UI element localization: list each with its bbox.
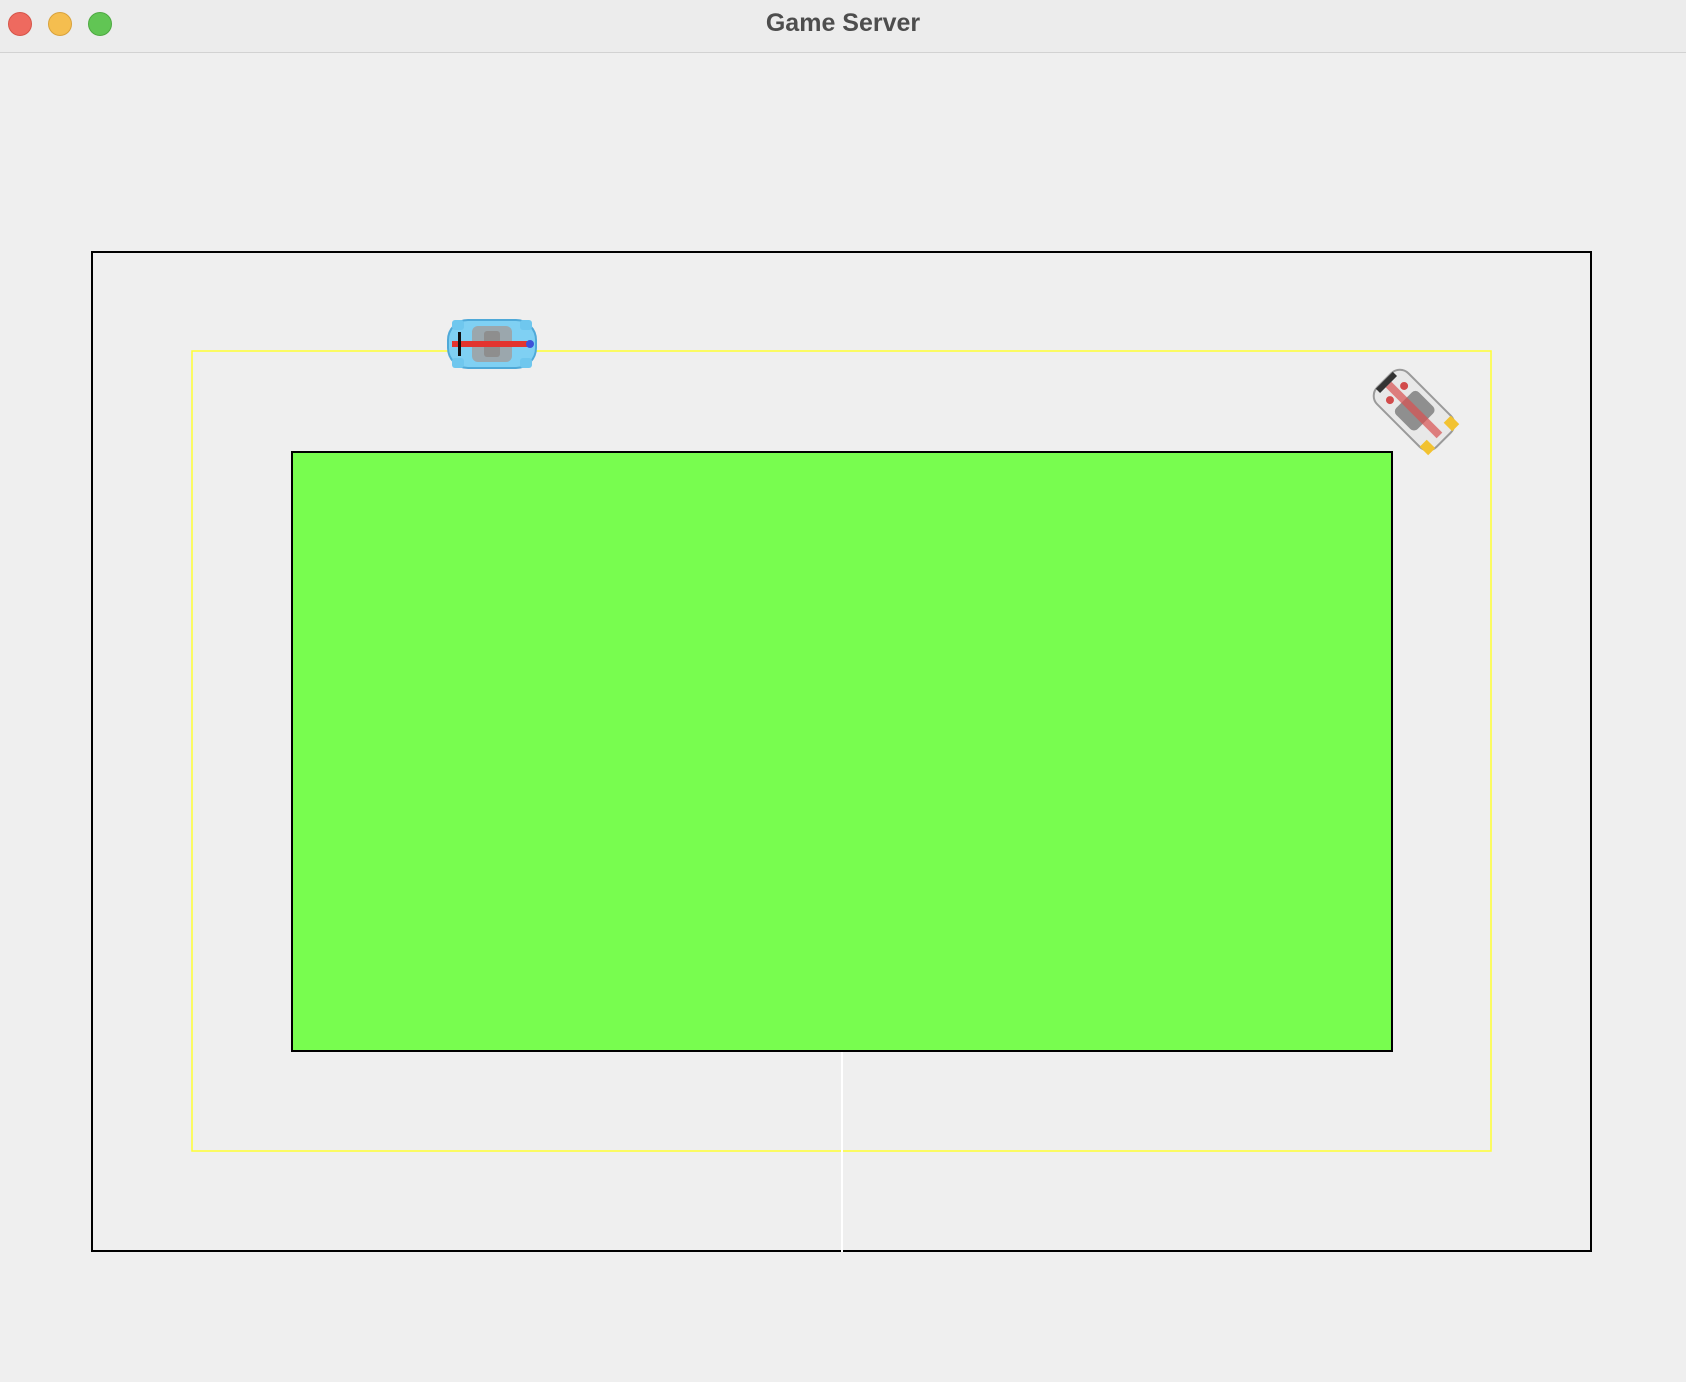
blue-race-car-icon <box>447 319 537 369</box>
window-title: Game Server <box>765 9 921 37</box>
game-server-window: Game Server <box>0 0 1686 1382</box>
title-bar: Game Server <box>0 0 1686 53</box>
infield-grass <box>291 451 1393 1052</box>
race-track-canvas[interactable] <box>0 53 1686 1382</box>
white-race-car-icon <box>1372 368 1460 456</box>
